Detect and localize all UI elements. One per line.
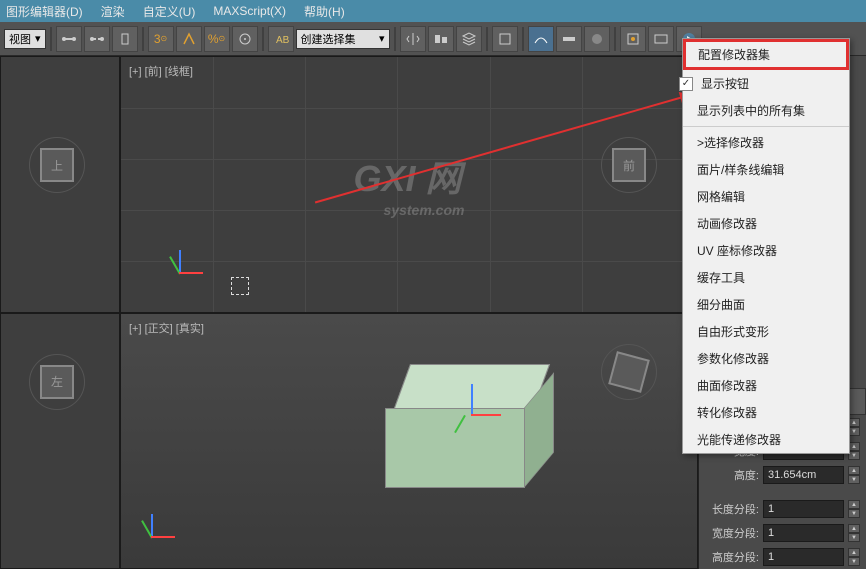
param-label: 宽度分段: [705, 525, 759, 541]
menu-mesh-editing[interactable]: 网格编辑 [683, 183, 849, 210]
checkmark-icon: ✓ [679, 77, 693, 91]
viewport-front[interactable]: [+] [前] [线框] 前 GXI 网 system.com [120, 56, 698, 313]
tool-link-icon[interactable] [56, 26, 82, 52]
tool-percent-snap-icon[interactable]: %⊙ [204, 26, 230, 52]
menu-render[interactable]: 渲染 [101, 3, 125, 20]
menu-conversion-modifiers[interactable]: 转化修改器 [683, 399, 849, 426]
menu-parametric-modifiers[interactable]: 参数化修改器 [683, 345, 849, 372]
tool-align-icon[interactable] [428, 26, 454, 52]
gizmo-z-axis [471, 384, 473, 414]
spinner-up-icon[interactable]: ▲ [848, 466, 860, 475]
tool-layers-icon[interactable] [456, 26, 482, 52]
length-segs-input[interactable]: 1 [763, 500, 844, 518]
spinner-up-icon[interactable]: ▲ [848, 524, 860, 533]
axis-gizmo-persp-icon [133, 516, 173, 556]
tool-unlink-icon[interactable] [84, 26, 110, 52]
spinner-up-icon[interactable]: ▲ [848, 548, 860, 557]
viewport-top[interactable]: 上 [0, 56, 120, 313]
modifier-context-menu: 配置修改器集 ✓ 显示按钮 显示列表中的所有集 >选择修改器 面片/样条线编辑 … [682, 38, 850, 454]
menu-graphics-editor[interactable]: 图形编辑器(D) [6, 3, 83, 20]
tool-render-setup-icon[interactable] [620, 26, 646, 52]
tool-named-selection-icon[interactable]: ABC [268, 26, 294, 52]
tool-graphite-icon[interactable] [492, 26, 518, 52]
viewport-left[interactable]: 左 [0, 313, 120, 569]
param-row-wsegs: 宽度分段: 1 ▲▼ [699, 521, 866, 545]
menu-show-buttons[interactable]: ✓ 显示按钮 [683, 70, 849, 97]
menu-help[interactable]: 帮助(H) [304, 3, 345, 20]
param-label: 高度分段: [705, 549, 759, 565]
view-dropdown[interactable]: 视图▾ [4, 29, 46, 49]
menu-uv-modifiers[interactable]: UV 座标修改器 [683, 237, 849, 264]
tool-material-icon[interactable] [584, 26, 610, 52]
gizmo-x-axis [471, 414, 501, 416]
menu-patch-spline[interactable]: 面片/样条线编辑 [683, 156, 849, 183]
menu-surface-modifiers[interactable]: 曲面修改器 [683, 372, 849, 399]
svg-text:ABC: ABC [276, 35, 289, 46]
menu-bar: 图形编辑器(D) 渲染 自定义(U) MAXScript(X) 帮助(H) [0, 0, 866, 22]
tool-bind-icon[interactable] [112, 26, 138, 52]
tool-mirror-icon[interactable] [400, 26, 426, 52]
axis-gizmo-icon [161, 252, 201, 292]
menu-cache-tools[interactable]: 缓存工具 [683, 264, 849, 291]
menu-radiosity-modifiers[interactable]: 光能传递修改器 [683, 426, 849, 453]
selection-set-dropdown[interactable]: 创建选择集▾ [296, 29, 390, 49]
menu-customize[interactable]: 自定义(U) [143, 3, 196, 20]
tool-curve-editor-icon[interactable] [528, 26, 554, 52]
height-segs-input[interactable]: 1 [763, 548, 844, 566]
param-row-lsegs: 长度分段: 1 ▲▼ [699, 497, 866, 521]
spinner-down-icon[interactable]: ▼ [848, 557, 860, 566]
spinner-down-icon[interactable]: ▼ [848, 475, 860, 484]
param-row-height: 高度: 31.654cm ▲▼ [699, 463, 866, 487]
param-row-hsegs: 高度分段: 1 ▲▼ [699, 545, 866, 569]
viewcube-left[interactable]: 左 [40, 365, 74, 399]
menu-configure-modifier-sets[interactable]: 配置修改器集 [683, 39, 849, 70]
param-label: 长度分段: [705, 501, 759, 517]
menu-maxscript[interactable]: MAXScript(X) [213, 4, 286, 18]
height-input[interactable]: 31.654cm [763, 466, 844, 484]
menu-subdivision[interactable]: 细分曲面 [683, 291, 849, 318]
param-label: 高度: [705, 467, 759, 483]
viewcube-top[interactable]: 上 [40, 148, 74, 182]
spinner-down-icon[interactable]: ▼ [848, 533, 860, 542]
viewports-container: 上 [+] [前] [线框] 前 GXI 网 [0, 56, 698, 569]
menu-selection-modifiers[interactable]: >选择修改器 [683, 129, 849, 156]
tool-schematic-icon[interactable] [556, 26, 582, 52]
selection-marker [231, 277, 249, 295]
tool-spinner-snap-icon[interactable] [232, 26, 258, 52]
menu-show-all-sets[interactable]: 显示列表中的所有集 [683, 97, 849, 124]
spinner-up-icon[interactable]: ▲ [848, 500, 860, 509]
viewport-perspective[interactable]: [+] [正交] [真实] [120, 313, 698, 569]
tool-snap-3-icon[interactable]: 3⊙ [148, 26, 174, 52]
menu-freeform-deform[interactable]: 自由形式变形 [683, 318, 849, 345]
viewport-persp-label[interactable]: [+] [正交] [真实] [129, 320, 204, 336]
spinner-down-icon[interactable]: ▼ [848, 509, 860, 518]
tool-angle-snap-icon[interactable] [176, 26, 202, 52]
menu-animation-modifiers[interactable]: 动画修改器 [683, 210, 849, 237]
width-segs-input[interactable]: 1 [763, 524, 844, 542]
tool-render-frame-icon[interactable] [648, 26, 674, 52]
viewcube-front[interactable]: 前 [612, 148, 646, 182]
box-primitive[interactable] [381, 364, 541, 494]
